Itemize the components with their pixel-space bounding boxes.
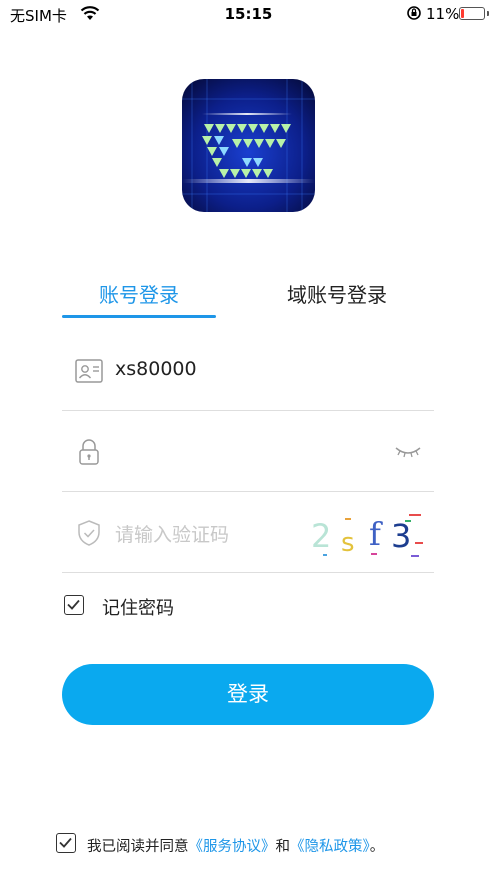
password-field[interactable] [62, 411, 434, 492]
check-icon [67, 599, 80, 610]
status-bar: 无SIM卡 15:15 11% [0, 0, 497, 28]
username-input[interactable]: xs80000 [115, 358, 197, 380]
check-icon [59, 837, 72, 848]
agreement-suffix: 。 [369, 839, 385, 855]
captcha-image[interactable]: 2 s f 3 [305, 507, 433, 559]
remember-checkbox[interactable] [64, 595, 84, 615]
username-field[interactable]: xs80000 [62, 330, 434, 411]
privacy-policy-link[interactable]: 《隐私政策》 [290, 839, 370, 855]
agreement-prefix: 我已阅读并同意 [87, 839, 189, 855]
tab-account-login[interactable]: 账号登录 [62, 279, 216, 308]
app-logo [182, 79, 315, 212]
agreement-and: 和 [275, 839, 291, 855]
orientation-lock-icon [407, 6, 421, 20]
agreement-checkbox[interactable] [56, 833, 76, 853]
svg-text:s: s [341, 528, 355, 558]
user-card-icon [75, 359, 103, 383]
login-button[interactable]: 登录 [62, 664, 434, 725]
captcha-input[interactable]: 请输入验证码 [115, 520, 229, 547]
battery-percent: 11% [426, 5, 460, 23]
remember-label: 记住密码 [102, 598, 174, 619]
clock: 15:15 [224, 5, 273, 23]
svg-text:2: 2 [311, 517, 331, 555]
tab-domain-login[interactable]: 域账号登录 [254, 279, 420, 308]
svg-text:f: f [369, 515, 383, 553]
active-tab-indicator [62, 315, 216, 318]
battery-icon [459, 7, 489, 20]
agreement-text: 我已阅读并同意《服务协议》和《隐私政策》。 [87, 835, 384, 856]
eye-closed-icon[interactable] [392, 441, 424, 461]
shield-icon [78, 520, 100, 546]
service-agreement-link[interactable]: 《服务协议》 [189, 839, 276, 855]
svg-text:3: 3 [391, 517, 411, 555]
lock-icon [79, 439, 99, 465]
